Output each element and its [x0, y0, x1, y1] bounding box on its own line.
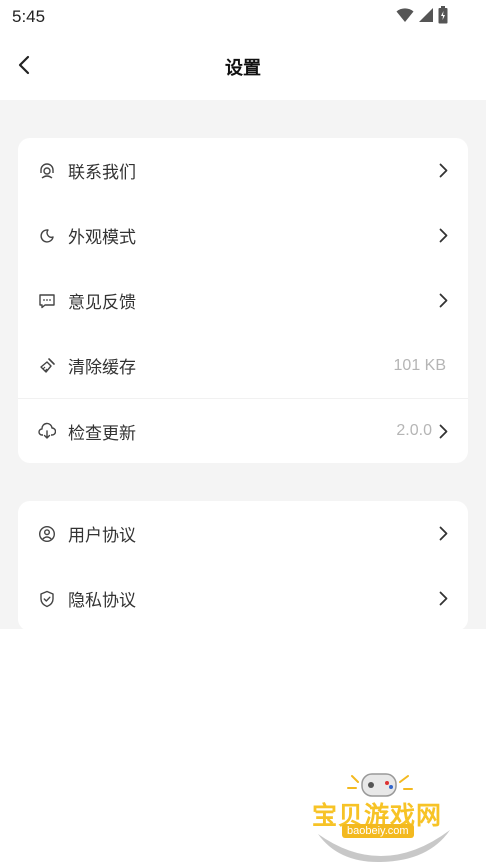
settings-content: 联系我们 外观模式 意见反馈 清除缓存 101 KB 检查更新 2.0.0 用户… [0, 100, 486, 631]
page-title: 设置 [225, 58, 261, 79]
watermark-url: baobeiy.com [342, 824, 414, 838]
status-icons [396, 6, 448, 28]
chevron-right-icon [436, 163, 450, 179]
settings-group-general: 联系我们 外观模式 意见反馈 清除缓存 101 KB 检查更新 2.0.0 [18, 138, 468, 463]
chevron-right-icon [436, 526, 450, 542]
chevron-right-icon [436, 423, 450, 439]
settings-group-legal: 用户协议 隐私协议 [18, 501, 468, 631]
settings-item-feedback[interactable]: 意见反馈 [18, 268, 468, 333]
settings-item-label: 检查更新 [68, 423, 136, 444]
status-time: 5:45 [12, 7, 46, 26]
watermark-logo: 宝贝游戏网 baobeiy.com [308, 768, 458, 864]
user-circle-icon [38, 525, 56, 543]
cache-size-value: 101 KB [393, 356, 446, 374]
settings-item-label: 隐私协议 [68, 591, 136, 611]
chevron-right-icon [436, 591, 450, 607]
settings-item-privacy-agreement[interactable]: 隐私协议 [18, 566, 468, 631]
chevron-right-icon [436, 228, 450, 244]
signal-icon [418, 7, 434, 27]
cloud-download-icon [38, 422, 56, 440]
settings-item-label: 用户协议 [68, 526, 136, 546]
back-button[interactable] [12, 55, 36, 79]
chevron-left-icon [18, 55, 30, 79]
settings-item-label: 清除缓存 [68, 358, 136, 378]
settings-item-label: 外观模式 [68, 228, 136, 248]
settings-item-clear-cache[interactable]: 清除缓存 101 KB [18, 333, 468, 398]
battery-icon [438, 6, 448, 28]
feedback-icon [38, 292, 56, 310]
chevron-right-icon [436, 293, 450, 309]
broom-icon [38, 357, 56, 375]
headset-icon [38, 162, 56, 180]
app-version-value: 2.0.0 [396, 422, 432, 439]
settings-item-label: 联系我们 [68, 163, 136, 183]
settings-item-appearance-mode[interactable]: 外观模式 [18, 203, 468, 268]
wifi-icon [396, 7, 414, 27]
nav-bar: 设置 [0, 34, 486, 100]
moon-icon [38, 227, 56, 245]
settings-item-check-update[interactable]: 检查更新 2.0.0 [18, 398, 468, 463]
settings-item-label: 意见反馈 [68, 293, 136, 313]
settings-item-user-agreement[interactable]: 用户协议 [18, 501, 468, 566]
settings-item-contact-us[interactable]: 联系我们 [18, 138, 468, 203]
shield-icon [38, 590, 56, 608]
status-bar: 5:45 [0, 0, 486, 34]
